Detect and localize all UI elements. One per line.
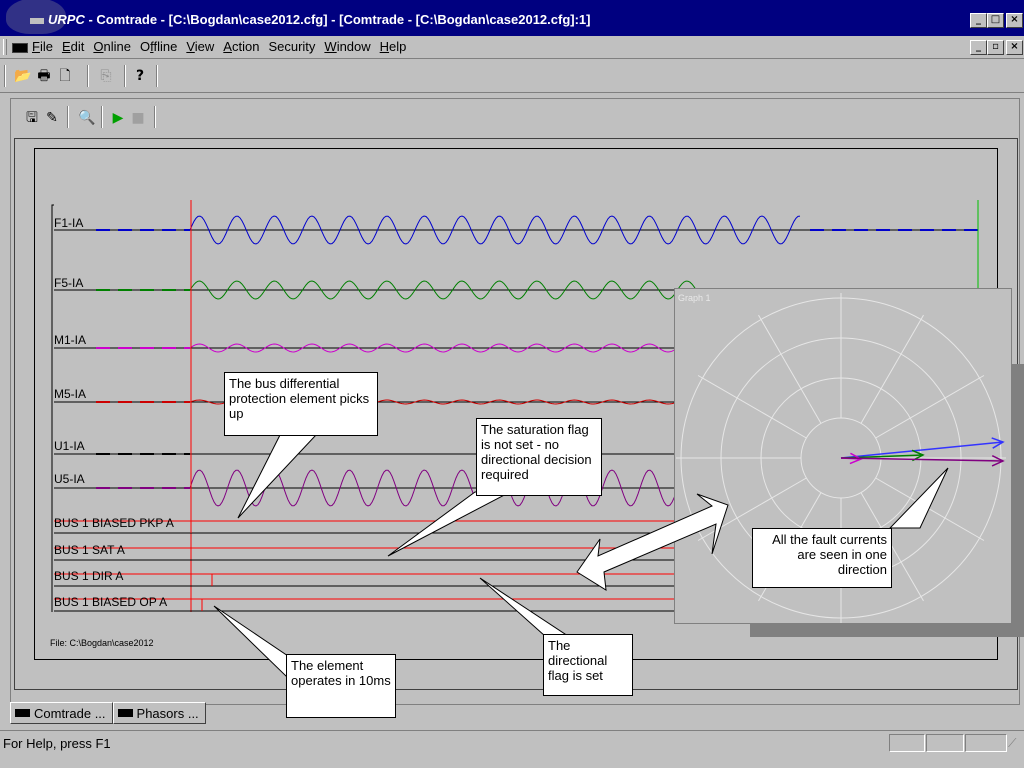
polar-spoke xyxy=(875,375,985,439)
status-panel xyxy=(889,734,925,752)
trace-label: U1-IA xyxy=(54,439,85,453)
digital-label: BUS 1 DIR A xyxy=(54,569,124,583)
callout-fault-direction: All the fault currents are seen in one d… xyxy=(752,528,892,588)
phasors-icon xyxy=(117,709,133,717)
comtrade-icon xyxy=(15,709,30,717)
digital-high-state xyxy=(201,598,680,611)
trace-label: M1-IA xyxy=(54,333,87,347)
polar-spoke xyxy=(758,314,822,424)
trace-label: F1-IA xyxy=(54,216,84,230)
resize-grip-icon[interactable]: ⟋ xyxy=(1008,736,1016,751)
callout-saturation: The saturation flag is not set - no dire… xyxy=(476,418,602,496)
polar-spoke xyxy=(860,314,924,424)
tab-comtrade[interactable]: Comtrade ... xyxy=(10,702,113,724)
status-text: For Help, press F1 xyxy=(3,736,111,751)
callout-directional: The directional flag is set xyxy=(543,634,633,696)
polar-spoke xyxy=(697,375,807,439)
trace-label: M5-IA xyxy=(54,387,87,401)
status-bar: For Help, press F1 ⟋ xyxy=(0,730,1024,753)
trace-label: F5-IA xyxy=(54,276,84,290)
digital-high-state xyxy=(190,520,680,533)
digital-label: BUS 1 BIASED OP A xyxy=(54,595,168,609)
status-panel xyxy=(965,734,1007,752)
document-tabs: Comtrade ... Phasors ... xyxy=(10,702,206,726)
tab-label: Phasors ... xyxy=(136,705,199,721)
tab-phasors[interactable]: Phasors ... xyxy=(112,702,206,724)
digital-label: BUS 1 SAT A xyxy=(54,543,125,557)
digital-label: BUS 1 BIASED PKP A xyxy=(54,516,174,530)
graph-title: Graph 1 xyxy=(678,293,711,303)
trace-label: U5-IA xyxy=(54,472,85,486)
file-label: File: C:\Bogdan\case2012 xyxy=(50,638,154,648)
status-panel xyxy=(926,734,964,752)
tab-label: Comtrade ... xyxy=(34,705,106,721)
digital-high-state xyxy=(211,573,680,586)
callout-pickup: The bus differential protection element … xyxy=(224,372,378,436)
callout-operates: The element operates in 10ms xyxy=(286,654,396,718)
